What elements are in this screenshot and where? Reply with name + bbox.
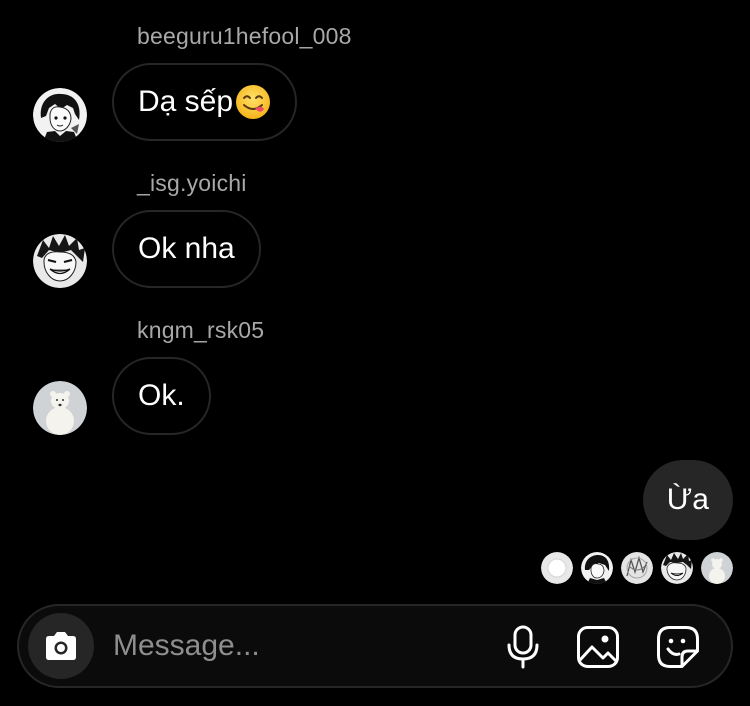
message-text: Ok. [138, 379, 185, 412]
message-text: Dạ sếp [138, 85, 234, 118]
seen-by-avatar [661, 552, 693, 584]
sender-avatar[interactable] [33, 381, 87, 435]
message-bubble[interactable]: Ok. [112, 357, 211, 435]
sender-avatar[interactable] [33, 234, 87, 288]
seen-by-avatar [621, 552, 653, 584]
sender-name[interactable]: beeguru1hefool_008 [137, 23, 352, 50]
message-bubble[interactable]: Dạ sếp [112, 63, 298, 141]
gallery-button[interactable] [576, 625, 620, 669]
seen-by-avatar [701, 552, 733, 584]
sender-avatar[interactable] [33, 88, 87, 142]
message-input[interactable] [113, 626, 473, 666]
outgoing-message-bubble[interactable]: Ừa [642, 460, 733, 540]
sender-name[interactable]: _isg.yoichi [137, 170, 247, 197]
message-composer [17, 604, 733, 688]
yum-face-emoji [235, 84, 271, 120]
gallery-icon [576, 625, 620, 669]
camera-icon [43, 631, 79, 661]
message-bubble[interactable]: Ok nha [112, 210, 261, 288]
seen-by-avatar [581, 552, 613, 584]
message-text: Ừa [666, 483, 709, 516]
seen-by-row[interactable] [541, 552, 733, 584]
sticker-icon [656, 625, 700, 669]
seen-by-avatar [541, 552, 573, 584]
microphone-icon [503, 625, 543, 669]
microphone-button[interactable] [501, 625, 545, 669]
message-text: Ok nha [138, 232, 235, 265]
camera-button[interactable] [28, 613, 94, 679]
sender-name[interactable]: kngm_rsk05 [137, 317, 264, 344]
sticker-button[interactable] [656, 625, 700, 669]
